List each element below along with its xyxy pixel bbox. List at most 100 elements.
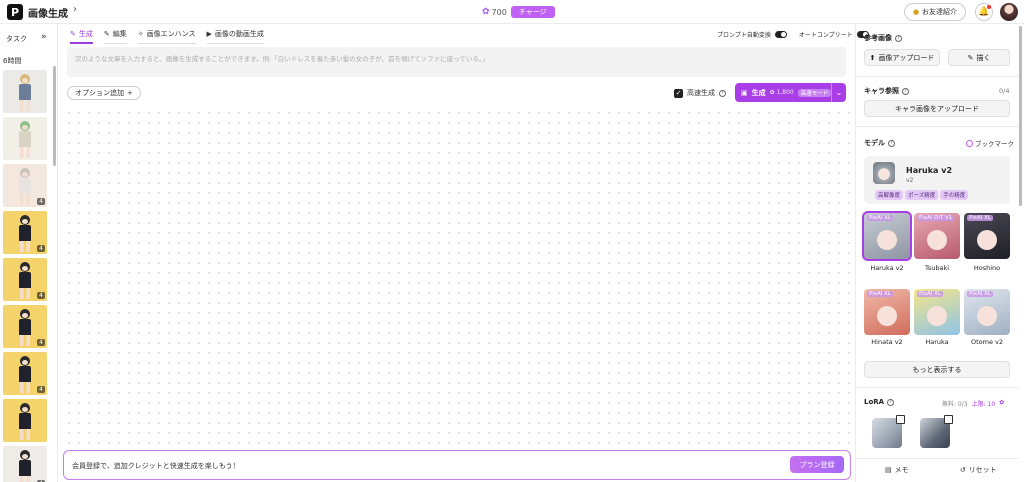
fast-generate-option[interactable]: ✓ 高速生成 ? bbox=[674, 88, 726, 98]
thumbnail-figure bbox=[16, 403, 34, 440]
task-thumbnail[interactable]: 4 bbox=[3, 211, 47, 254]
task-thumbnail[interactable] bbox=[3, 117, 47, 160]
generate-button[interactable]: ▣ 生成 ✿ 1,800 高速モード ⌄ bbox=[735, 83, 846, 102]
lora-quota: 無料: 0/3 上限: 10 ✿ bbox=[942, 399, 1005, 408]
character-reference-title: キャラ参照? bbox=[864, 86, 909, 96]
task-thumbnail[interactable] bbox=[3, 399, 47, 442]
thumbnail-figure bbox=[16, 215, 34, 252]
tab-generate[interactable]: ✎ 生成 bbox=[70, 28, 93, 44]
plan-signup-button[interactable]: プラン登録 bbox=[790, 456, 844, 473]
model-card-hoshino[interactable]: PixAI XL bbox=[964, 213, 1010, 259]
model-face bbox=[877, 306, 897, 326]
character-upload-button[interactable]: キャラ画像をアップロード bbox=[864, 100, 1010, 117]
prompt-input[interactable]: 次のような文章を入力すると、画像を生成することができます。例:「白いドレスを着た… bbox=[67, 47, 846, 77]
bookmark-icon bbox=[966, 139, 973, 147]
charge-button[interactable]: チャージ bbox=[510, 6, 555, 18]
notification-dot bbox=[987, 5, 991, 9]
draw-button[interactable]: ✎ 描く bbox=[948, 49, 1010, 66]
app-logo[interactable]: P bbox=[7, 4, 23, 20]
lora-checkbox[interactable] bbox=[944, 415, 953, 424]
model-card-haruka-v2[interactable]: PixAI XL bbox=[862, 211, 912, 261]
toggle-group: プロンプト自動変換 オートコンプリート bbox=[717, 30, 869, 39]
thumbnail-figure bbox=[16, 262, 34, 299]
divider bbox=[856, 387, 1019, 388]
model-card-tsubaki[interactable]: PixAI DiT V1 bbox=[914, 213, 960, 259]
thumbnail-figure bbox=[16, 168, 34, 205]
thumbnail-figure bbox=[16, 309, 34, 346]
notification-button[interactable]: 🔔 bbox=[975, 3, 993, 21]
user-avatar[interactable] bbox=[1000, 3, 1018, 21]
lora-card[interactable] bbox=[872, 415, 905, 448]
upload-icon: ⬆ bbox=[869, 53, 876, 62]
model-card-otome-v2[interactable]: PixAI XL bbox=[964, 289, 1010, 335]
model-label: Haruka bbox=[925, 338, 949, 346]
model-tag: ポーズ精度 bbox=[905, 190, 939, 200]
model-card-haruka[interactable]: PixAI XL bbox=[914, 289, 960, 335]
image-count-badge: 4 bbox=[37, 292, 45, 299]
book-icon: ▤ bbox=[884, 465, 892, 474]
help-icon[interactable]: ? bbox=[895, 34, 902, 42]
model-badge: PixAI XL bbox=[917, 291, 943, 297]
credit-icon: ✿ bbox=[482, 7, 490, 17]
tab-video[interactable]: ▶ 画像の動画生成 bbox=[206, 28, 264, 44]
task-label: タスク bbox=[6, 35, 27, 43]
lora-checkbox[interactable] bbox=[896, 415, 905, 424]
mode-tabs: ✎ 生成 ✎ 編集 ✧ 画像エンハンス ▶ 画像の動画生成 bbox=[70, 28, 264, 44]
add-option-button[interactable]: オプション追加 + bbox=[67, 86, 141, 100]
selected-model-card[interactable]: Haruka v2 v2 高解像度 ポーズ精度 手の精度 bbox=[864, 156, 1010, 204]
switch[interactable] bbox=[774, 31, 787, 38]
pencil-icon: ✎ bbox=[70, 29, 76, 38]
upload-image-button[interactable]: ⬆ 画像アップロード bbox=[864, 49, 940, 66]
help-icon[interactable]: ? bbox=[719, 89, 726, 97]
model-card-hinata-v2[interactable]: PixAI XL bbox=[864, 289, 910, 335]
settings-scrollbar[interactable] bbox=[1019, 26, 1022, 206]
image-count-badge: 4 bbox=[37, 245, 45, 252]
thumbnail-figure bbox=[16, 121, 34, 158]
help-icon[interactable]: ? bbox=[888, 139, 895, 147]
tab-enhance[interactable]: ✧ 画像エンハンス bbox=[137, 28, 196, 44]
chevron-down-icon[interactable]: ⌄ bbox=[831, 83, 846, 102]
model-badge: PixAI XL bbox=[967, 291, 993, 297]
bookmark-button[interactable]: ブックマーク bbox=[966, 138, 1014, 148]
memo-button[interactable]: ▤ メモ bbox=[856, 459, 938, 480]
model-tag: 手の精度 bbox=[940, 190, 969, 200]
show-more-models-button[interactable]: もっと表示する bbox=[864, 361, 1010, 378]
model-tags: 高解像度 ポーズ精度 手の精度 bbox=[875, 190, 969, 200]
selected-model-version: v2 bbox=[906, 177, 914, 184]
task-scrollbar[interactable] bbox=[53, 66, 56, 166]
fast-mode-pill: 高速モード bbox=[797, 88, 832, 97]
thumbnail-figure bbox=[16, 356, 34, 393]
lora-card[interactable] bbox=[920, 415, 953, 448]
image-count-badge: 4 bbox=[37, 339, 45, 346]
panel-bottom-actions: ▤ メモ ↺ リセット bbox=[856, 458, 1019, 480]
task-thumbnail[interactable] bbox=[3, 70, 47, 113]
task-thumbnail[interactable]: 4 bbox=[3, 164, 47, 207]
tab-edit[interactable]: ✎ 編集 bbox=[103, 28, 127, 44]
help-icon[interactable]: ? bbox=[887, 398, 895, 406]
credit-balance: ✿ 700 bbox=[482, 7, 507, 17]
title-chevron-icon[interactable]: › bbox=[73, 4, 77, 15]
task-thumbnail[interactable]: 4 bbox=[3, 305, 47, 348]
result-canvas bbox=[64, 108, 850, 448]
edit-icon: ✎ bbox=[103, 30, 110, 38]
lora-title: LoRA? bbox=[864, 398, 895, 406]
model-badge: PixAI XL bbox=[967, 215, 993, 221]
gift-icon: ● bbox=[912, 8, 920, 16]
prompt-translate-toggle[interactable]: プロンプト自動変換 bbox=[717, 30, 787, 39]
generate-cost: ✿ 1,800 bbox=[769, 89, 794, 96]
task-thumbnail[interactable]: 4 bbox=[3, 258, 47, 301]
fast-generate-checkbox[interactable]: ✓ bbox=[674, 88, 683, 98]
model-badge: PixAI DiT V1 bbox=[917, 215, 955, 221]
sparkle-icon: ✧ bbox=[137, 30, 144, 38]
help-icon[interactable]: ? bbox=[902, 87, 909, 95]
reset-button[interactable]: ↺ リセット bbox=[938, 459, 1020, 480]
expand-icon[interactable]: » bbox=[41, 32, 47, 42]
model-label: Hinata v2 bbox=[871, 338, 903, 346]
thumbnail-figure bbox=[16, 74, 34, 111]
task-time-group: 6時間 bbox=[3, 57, 22, 65]
task-thumbnail[interactable]: 4 bbox=[3, 446, 47, 482]
task-thumbnail[interactable]: 4 bbox=[3, 352, 47, 395]
character-count: 0/4 bbox=[999, 87, 1010, 95]
invite-friends-button[interactable]: ● お友達紹介 bbox=[904, 3, 966, 21]
divider bbox=[856, 126, 1019, 127]
